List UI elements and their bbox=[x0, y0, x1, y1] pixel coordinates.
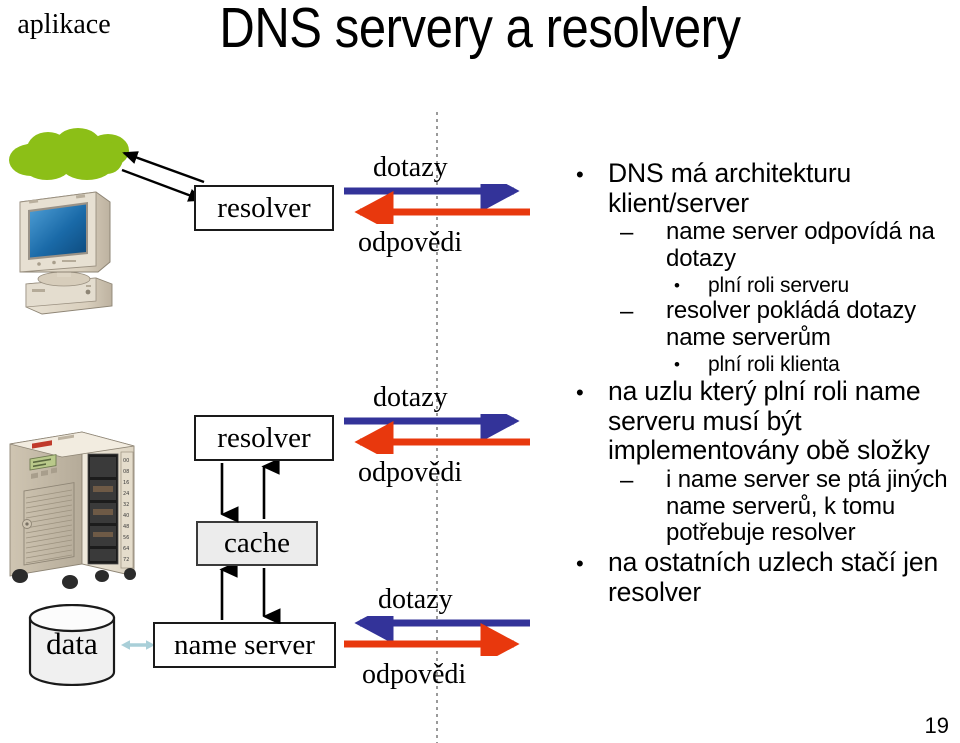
bullet-item: • plní roli serveru bbox=[562, 274, 960, 298]
bullet-text: na ostatních uzlech stačí jen resolver bbox=[608, 547, 939, 607]
channel-top-query-label: dotazy bbox=[373, 152, 448, 183]
bullet-marker: – bbox=[620, 298, 634, 326]
bullet-text: plní roli serveru bbox=[708, 273, 850, 297]
svg-text:08: 08 bbox=[123, 469, 129, 475]
bullet-text: name server odpovídá na dotazy bbox=[666, 218, 935, 272]
bullet-marker: – bbox=[620, 219, 634, 247]
page-number: 19 bbox=[924, 713, 949, 738]
slide-canvas: DNS servery a resolvery aplikace 00 08 1… bbox=[0, 0, 960, 743]
bullet-text: na uzlu který plní roli name serveru mus… bbox=[608, 376, 930, 466]
channel-bottom-reply-label: odpovědi bbox=[362, 659, 467, 690]
bullet-marker: – bbox=[620, 466, 634, 494]
bullet-item: – i name server se ptá jiných name serve… bbox=[562, 465, 960, 547]
bullet-marker: • bbox=[576, 162, 584, 187]
cloud-icon bbox=[7, 128, 135, 182]
bullet-marker: • bbox=[674, 354, 680, 374]
box-resolver-client[interactable]: resolver bbox=[194, 185, 334, 231]
desktop-computer-icon bbox=[12, 188, 120, 316]
channel-middle-query-label: dotazy bbox=[373, 382, 448, 413]
cache-nameserver-connector-arrows bbox=[208, 561, 318, 625]
bullet-item: – resolver pokládá dotazy name serverům bbox=[562, 297, 960, 352]
bullet-item: • DNS má architekturu klient/server bbox=[562, 158, 960, 218]
cloud-label-aplikace: aplikace bbox=[17, 9, 111, 40]
channel-bottom-arrows bbox=[342, 602, 532, 665]
svg-text:72: 72 bbox=[123, 557, 129, 563]
svg-text:64: 64 bbox=[123, 546, 129, 552]
svg-text:16: 16 bbox=[123, 480, 129, 486]
bullet-text: resolver pokládá dotazy name serverům bbox=[666, 297, 917, 351]
svg-text:40: 40 bbox=[123, 513, 129, 519]
bullet-marker: • bbox=[576, 551, 584, 577]
data-nameserver-link-arrow bbox=[120, 633, 156, 657]
bullet-list: • DNS má architekturu klient/server – na… bbox=[562, 158, 960, 607]
svg-text:24: 24 bbox=[123, 491, 129, 497]
svg-text:00: 00 bbox=[123, 458, 129, 464]
bullet-item: • na uzlu který plní roli name serveru m… bbox=[562, 376, 960, 466]
server-tower-icon: 00 08 16 24 32 40 48 56 64 72 bbox=[6, 424, 140, 592]
bullet-marker: • bbox=[674, 275, 680, 295]
box-resolver-server[interactable]: resolver bbox=[194, 415, 334, 461]
channel-middle-arrows bbox=[342, 400, 532, 463]
bullet-text: plní roli klienta bbox=[708, 352, 840, 376]
page-title: DNS servery a resolvery bbox=[219, 0, 741, 60]
channel-top-reply-label: odpovědi bbox=[358, 227, 463, 258]
channel-top-arrows bbox=[342, 170, 532, 233]
bullet-text: DNS má architekturu klient/server bbox=[608, 158, 852, 218]
svg-text:56: 56 bbox=[123, 535, 129, 541]
svg-text:48: 48 bbox=[123, 524, 129, 530]
resolver-cache-connector-arrows bbox=[208, 458, 318, 523]
bullet-item: • na ostatních uzlech stačí jen resolver bbox=[562, 547, 960, 607]
bullet-marker: • bbox=[576, 380, 584, 406]
bullet-item: • plní roli klienta bbox=[562, 353, 960, 377]
channel-middle-reply-label: odpovědi bbox=[358, 457, 463, 488]
box-cache[interactable]: cache bbox=[196, 521, 318, 566]
box-name-server[interactable]: name server bbox=[153, 622, 336, 668]
database-label-data: data bbox=[46, 626, 98, 661]
svg-text:32: 32 bbox=[123, 502, 129, 508]
bullet-item: – name server odpovídá na dotazy bbox=[562, 218, 960, 273]
channel-bottom-query-label: dotazy bbox=[378, 584, 453, 615]
bullet-text: i name server se ptá jiných name serverů… bbox=[666, 465, 948, 547]
